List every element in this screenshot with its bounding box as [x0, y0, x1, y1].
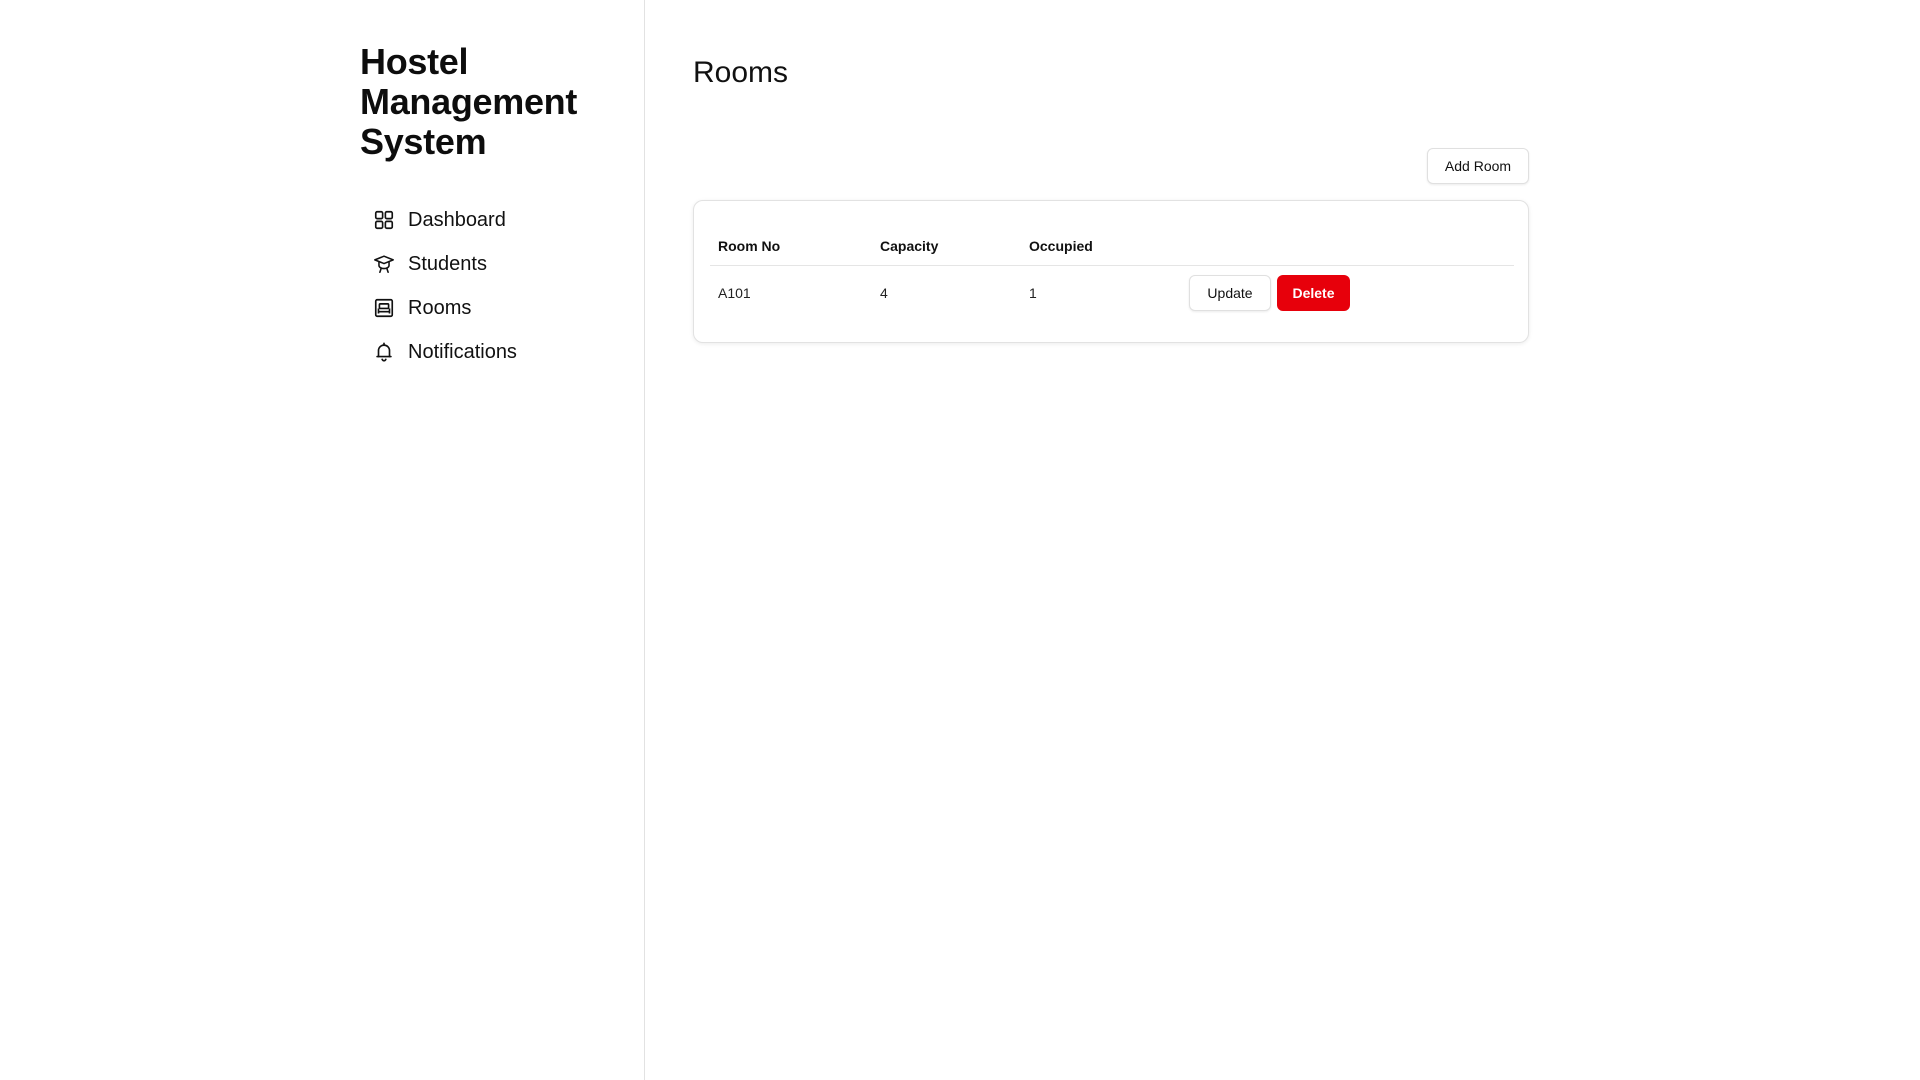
sidebar-item-students[interactable]: Students [372, 242, 517, 286]
header-occupied: Occupied [1021, 227, 1181, 266]
sidebar: Hostel Management System Dashboard Stude… [0, 0, 645, 1080]
bed-icon [372, 296, 396, 320]
dashboard-grid-icon [372, 208, 396, 232]
sidebar-item-label: Dashboard [408, 208, 506, 231]
page-title: Rooms [693, 56, 789, 89]
cell-room-no: A101 [718, 285, 751, 301]
sidebar-item-rooms[interactable]: Rooms [372, 286, 517, 330]
cell-actions: Update Delete [1181, 266, 1514, 321]
update-button[interactable]: Update [1189, 275, 1271, 311]
app-root: Hostel Management System Dashboard Stude… [0, 0, 1920, 1080]
rooms-table-card: Room No Capacity Occupied A101 4 1 Updat… [693, 200, 1529, 343]
graduation-cap-icon [372, 252, 396, 276]
sidebar-item-notifications[interactable]: Notifications [372, 330, 517, 374]
bell-icon [372, 340, 396, 364]
header-room-no: Room No [710, 227, 872, 266]
table-row: A101 4 1 Update Delete [710, 266, 1514, 321]
cell-capacity: 4 [880, 285, 888, 301]
table-header-row: Room No Capacity Occupied [710, 227, 1514, 266]
cell-occupied: 1 [1029, 285, 1037, 301]
header-actions [1181, 227, 1514, 266]
sidebar-item-dashboard[interactable]: Dashboard [372, 198, 517, 242]
sidebar-item-label: Students [408, 252, 487, 275]
sidebar-nav: Dashboard Students Rooms Notifications [372, 198, 517, 374]
sidebar-item-label: Notifications [408, 340, 517, 363]
sidebar-item-label: Rooms [408, 296, 472, 319]
main-content: Rooms Add Room Room No Capacity Occupied… [645, 0, 1920, 1080]
header-capacity: Capacity [872, 227, 1021, 266]
add-room-button[interactable]: Add Room [1427, 148, 1529, 184]
rooms-table: Room No Capacity Occupied A101 4 1 Updat… [710, 227, 1514, 320]
app-title: Hostel Management System [360, 41, 578, 162]
delete-button[interactable]: Delete [1277, 275, 1350, 311]
